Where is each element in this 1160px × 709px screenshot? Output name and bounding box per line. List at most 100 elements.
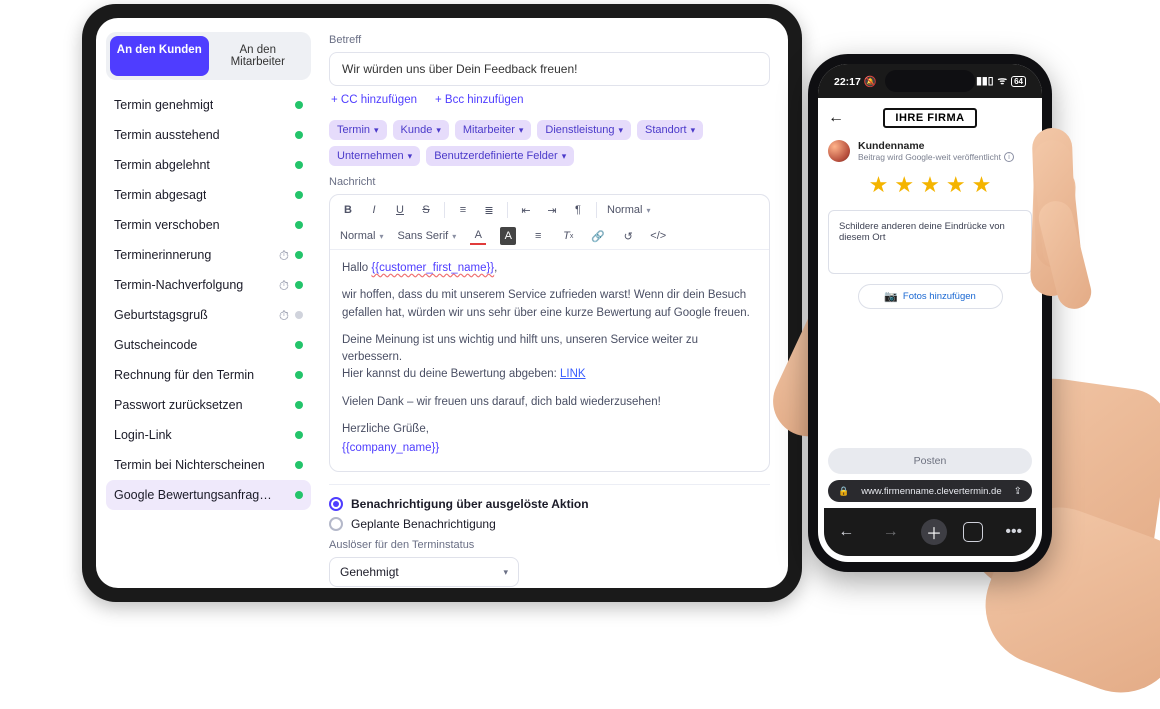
template-row[interactable]: Termin ausstehend [106, 120, 311, 150]
template-label: Gutscheincode [114, 338, 197, 352]
chevron-down-icon: ▾ [618, 125, 623, 136]
editor-body[interactable]: Hallo {{customer_first_name}}, wir hoffe… [330, 250, 769, 471]
code-icon[interactable]: </> [650, 227, 666, 245]
placeholder-chip[interactable]: Standort▾ [637, 120, 703, 140]
template-label: Login-Link [114, 428, 172, 442]
radio-scheduled[interactable] [329, 517, 343, 531]
nav-more-icon[interactable]: ••• [1000, 523, 1028, 541]
template-label: Termin verschoben [114, 218, 220, 232]
placeholder-customer-name: {{customer_first_name}} [371, 262, 494, 274]
template-row[interactable]: Gutscheincode [106, 330, 311, 360]
heading-select[interactable]: Normal▾ [607, 204, 650, 216]
star-rating[interactable]: ★ ★ ★ ★ ★ [828, 172, 1032, 198]
template-row[interactable]: Terminerinnerung⏱ [106, 240, 311, 270]
strike-button[interactable]: S [418, 201, 434, 219]
placeholder-chip[interactable]: Unternehmen▾ [329, 146, 420, 166]
status-dot [295, 161, 303, 169]
template-row[interactable]: Login-Link [106, 420, 311, 450]
star-icon[interactable]: ★ [894, 172, 914, 198]
notch [885, 70, 975, 92]
chevron-down-icon: ▾ [691, 125, 696, 136]
text-color-icon[interactable]: A [470, 227, 486, 245]
star-icon[interactable]: ★ [869, 172, 889, 198]
nav-tabs-icon[interactable] [963, 522, 983, 542]
template-label: Google Bewertungsanfrage s… [114, 488, 274, 502]
template-row[interactable]: Termin verschoben [106, 210, 311, 240]
nav-forward-icon[interactable]: → [877, 523, 905, 541]
text-direction-icon[interactable]: ¶ [570, 201, 586, 219]
editor-panel: Betreff + CC hinzufügen + Bcc hinzufügen… [321, 18, 788, 588]
template-row[interactable]: Google Bewertungsanfrage s… [106, 480, 311, 510]
timer-icon: ⏱ [279, 249, 289, 262]
placeholder-chip[interactable]: Benutzerdefinierte Felder▾ [426, 146, 574, 166]
body-p4: Vielen Dank – wir freuen uns darauf, dic… [342, 394, 757, 411]
reviewer-name: Kundenname [858, 140, 1014, 152]
star-icon[interactable]: ★ [920, 172, 940, 198]
template-row[interactable]: Passwort zurücksetzen [106, 390, 311, 420]
tab-staff[interactable]: An den Mitarbeiter [209, 36, 308, 76]
star-icon[interactable]: ★ [946, 172, 966, 198]
nav-newtab-icon[interactable]: ＋ [921, 519, 947, 545]
nav-back-icon[interactable]: ← [832, 523, 860, 541]
tablet-frame: An den Kunden An den Mitarbeiter Termin … [82, 4, 802, 602]
template-row[interactable]: Termin abgesagt [106, 180, 311, 210]
template-row[interactable]: Termin-Nachverfolgung⏱ [106, 270, 311, 300]
template-row[interactable]: Termin bei Nichterscheinen [106, 450, 311, 480]
underline-button[interactable]: U [392, 201, 408, 219]
template-label: Rechnung für den Termin [114, 368, 254, 382]
greeting-pre: Hallo [342, 262, 371, 274]
add-bcc-link[interactable]: + Bcc hinzufügen [435, 94, 524, 106]
template-row[interactable]: Geburtstagsgruß⏱ [106, 300, 311, 330]
post-button[interactable]: Posten [828, 448, 1032, 474]
italic-button[interactable]: I [366, 201, 382, 219]
highlight-icon[interactable]: A [500, 227, 516, 245]
align-icon[interactable]: ≡ [530, 227, 546, 245]
template-row[interactable]: Termin abgelehnt [106, 150, 311, 180]
indent-right-icon[interactable]: ⇥ [544, 201, 560, 219]
back-icon[interactable]: ← [828, 109, 852, 127]
template-row[interactable]: Rechnung für den Termin [106, 360, 311, 390]
browser-nav: ← → ＋ ••• [824, 508, 1036, 556]
link-icon[interactable]: 🔗 [590, 227, 606, 245]
status-dot [295, 251, 303, 259]
placeholder-company-name: {{company_name}} [342, 440, 757, 457]
bold-button[interactable]: B [340, 201, 356, 219]
placeholder-chip[interactable]: Dienstleistung▾ [537, 120, 631, 140]
clear-format-icon[interactable]: Tx [560, 227, 576, 245]
info-icon[interactable]: i [1004, 152, 1014, 162]
indent-left-icon[interactable]: ⇤ [518, 201, 534, 219]
subject-input[interactable] [329, 52, 770, 86]
add-photos-button[interactable]: 📷 Fotos hinzufügen [858, 284, 1003, 309]
undo-icon[interactable]: ↺ [620, 227, 636, 245]
radio-scheduled-label: Geplante Benachrichtigung [351, 517, 496, 531]
template-label: Geburtstagsgruß [114, 308, 208, 322]
add-cc-link[interactable]: + CC hinzufügen [331, 94, 417, 106]
template-row[interactable]: Termin genehmigt [106, 90, 311, 120]
review-textarea[interactable]: Schildere anderen deine Eindrücke von di… [828, 210, 1032, 274]
placeholder-chip[interactable]: Mitarbeiter▾ [455, 120, 532, 140]
status-dot [295, 101, 303, 109]
placeholder-chip[interactable]: Kunde▾ [393, 120, 449, 140]
list-ordered-icon[interactable]: ≡ [455, 201, 471, 219]
template-label: Termin abgesagt [114, 188, 206, 202]
status-dot [295, 191, 303, 199]
template-label: Termin genehmigt [114, 98, 213, 112]
status-time: 22:17 🔕 [834, 75, 877, 88]
battery-icon: 64 [1011, 76, 1026, 87]
review-link[interactable]: LINK [560, 368, 586, 380]
share-icon[interactable]: ⇪ [1014, 486, 1022, 497]
template-label: Termin abgelehnt [114, 158, 210, 172]
list-unordered-icon[interactable]: ≣ [481, 201, 497, 219]
placeholder-chip[interactable]: Termin▾ [329, 120, 387, 140]
tab-customer[interactable]: An den Kunden [110, 36, 209, 76]
status-trigger-label: Auslöser für den Terminstatus [329, 539, 770, 551]
body-p2: Deine Meinung ist uns wichtig und hilft … [342, 334, 698, 363]
radio-triggered[interactable] [329, 497, 343, 511]
star-icon[interactable]: ★ [972, 172, 992, 198]
address-bar[interactable]: 🔒 www.firmenname.clevertermin.de ⇪ [828, 480, 1032, 502]
status-trigger-select[interactable]: Genehmigt▾ [329, 557, 519, 587]
phone-frame: 22:17 🔕 ▮▮▯ ᯤ 64 ← IHRE FIRMA Kundenname [808, 54, 1052, 572]
font-select[interactable]: Sans Serif▾ [397, 227, 456, 245]
chevron-down-icon: ▾ [436, 125, 441, 136]
heading2-select[interactable]: Normal▾ [340, 227, 383, 245]
